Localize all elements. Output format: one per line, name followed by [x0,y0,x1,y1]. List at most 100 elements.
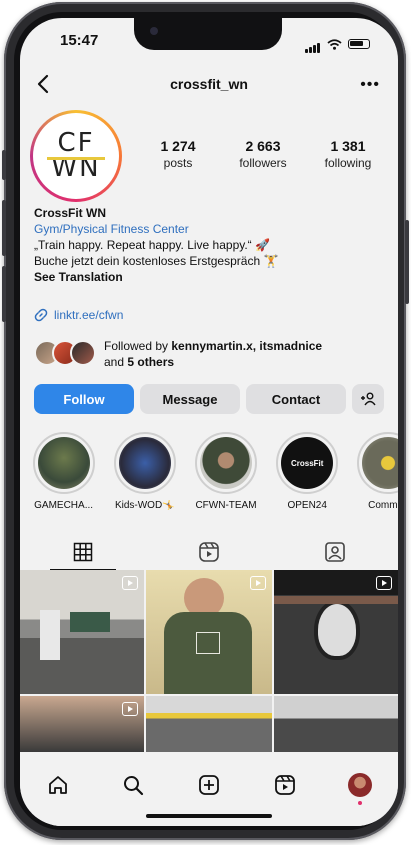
grid-icon [73,542,93,562]
reel-icon [250,576,266,590]
highlight-image [362,437,398,489]
nav-create[interactable] [189,770,229,800]
highlight-ring: CrossFit [276,432,339,494]
crossfit-badge-text: CrossFit [290,458,324,468]
stat-label: posts [163,156,193,170]
profile-tabs [20,534,398,570]
profile-actions: Follow Message Contact [34,384,384,414]
avatar-border: CF WN [33,113,119,199]
profile-avatar[interactable]: CF WN [30,110,122,202]
profile-icon [348,773,373,797]
reel-icon [376,576,392,590]
link-icon [34,308,48,322]
highlight-open24[interactable]: CrossFit OPEN24 [270,432,345,511]
battery-icon [348,39,370,49]
volume-up-button [2,200,6,256]
followed-by[interactable]: Followed by kennymartin.x, itsmadnice an… [34,338,384,372]
post-detail [274,596,398,604]
follower-avatar [70,340,96,366]
highlight-gamechanger[interactable]: GAMECHA... [26,432,101,511]
nav-reels[interactable] [265,770,305,800]
camera [150,27,158,35]
volume-down-button [2,266,6,322]
profile-link[interactable]: linktr.ee/cfwn [34,308,123,322]
grid-post[interactable] [20,570,144,694]
followed-names: kennymartin.x, itsmadnice [171,339,323,353]
notch [134,18,282,50]
contact-button[interactable]: Contact [246,384,346,414]
followed-by-text: Followed by kennymartin.x, itsmadnice an… [104,338,322,370]
grid-post[interactable] [146,696,272,752]
reels-icon [199,542,219,562]
highlight-image [200,437,252,489]
grid-post[interactable] [146,570,272,694]
profile-bio: CrossFit WN Gym/Physical Fitness Center … [34,205,384,285]
highlight-ring [195,432,257,494]
highlight-image [118,437,171,489]
status-icons [305,35,370,53]
highlight-label: OPEN24 [287,500,327,511]
message-button[interactable]: Message [140,384,240,414]
profile-username: crossfit_wn [170,76,248,92]
reel-icon [122,702,138,716]
tagged-icon [325,542,345,562]
stat-value: 1 274 [160,138,196,154]
stat-followers[interactable]: 2 663 followers [223,138,303,170]
reel-icon [122,576,138,590]
highlight-image: CrossFit [281,437,334,489]
screen: 15:47 crossfit_wn ••• CF WN 1 274 posts … [20,18,398,826]
stat-label: followers [239,156,287,170]
avatar-logo: CF WN [37,117,115,195]
profile-link-text: linktr.ee/cfwn [54,308,124,322]
followed-prefix: Followed by [104,339,172,353]
post-detail [196,632,220,654]
signal-icon [305,35,321,53]
stat-value: 2 663 [245,138,281,154]
followed-and: and [104,355,128,369]
highlight-image [37,437,90,489]
grid-post[interactable] [20,696,144,752]
search-icon [124,776,144,796]
highlight-ring [32,432,95,494]
profile-category[interactable]: Gym/Physical Fitness Center [34,221,384,237]
stat-posts[interactable]: 1 274 posts [138,138,218,170]
highlight-label: GAMECHA... [34,500,94,511]
status-time: 15:47 [60,32,99,49]
nav-profile[interactable] [340,770,380,805]
notification-dot [358,801,363,805]
see-translation-link[interactable]: See Translation [34,269,384,285]
suggested-accounts-button[interactable] [352,384,384,414]
highlight-community[interactable]: Commun [351,432,398,511]
stat-following[interactable]: 1 381 following [308,138,388,170]
home-icon [48,776,67,794]
stat-value: 1 381 [330,138,366,154]
tab-reels[interactable] [146,534,272,570]
power-button [405,220,409,304]
add-person-icon [361,392,376,406]
mute-switch [2,150,6,180]
tab-posts-grid[interactable] [20,534,146,570]
tab-tagged[interactable] [272,534,398,570]
highlight-kids-wod[interactable]: Kids-WOD🤸 [107,432,182,511]
grid-post[interactable] [274,696,398,752]
story-highlights: GAMECHA... Kids-WOD🤸 CFWN-TEAM CrossFit … [26,432,398,511]
highlight-ring [113,432,176,494]
create-icon [199,775,219,795]
more-options-icon[interactable]: ••• [360,76,380,94]
nav-search[interactable] [113,770,153,800]
stat-label: following [324,156,372,170]
highlight-label: Commun [368,500,398,511]
profile-display-name: CrossFit WN [34,206,106,220]
post-detail [70,612,110,632]
profile-stats: 1 274 posts 2 663 followers 1 381 follow… [138,138,388,170]
follow-button[interactable]: Follow [34,384,134,414]
grid-post[interactable] [274,570,398,694]
post-detail [314,600,360,660]
highlight-label: CFWN-TEAM [195,500,257,511]
highlight-label: Kids-WOD🤸 [114,500,175,511]
logo-bar [47,157,105,160]
bio-line-2: Buche jetzt dein kostenloses Erstgespräc… [34,254,279,268]
highlight-cfwn-team[interactable]: CFWN-TEAM [188,432,263,511]
post-detail [40,610,60,660]
nav-home[interactable] [38,770,78,800]
